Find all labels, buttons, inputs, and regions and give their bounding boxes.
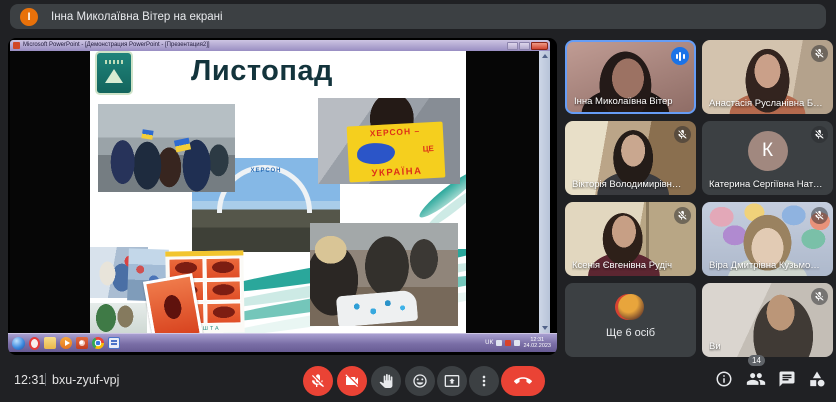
poster-text: УКРАЇНА (371, 165, 423, 180)
raise-hand-button[interactable] (371, 366, 401, 396)
system-tray: UK 12:31 24.02.2023 (485, 337, 553, 349)
folder-icon (44, 337, 56, 349)
people-icon (746, 373, 766, 385)
divider (45, 373, 46, 386)
self-label: Ви (709, 341, 721, 352)
poster-text: ХЕРСОН – (369, 125, 421, 139)
mic-off-icon (674, 126, 691, 143)
mic-off-icon (811, 288, 828, 305)
present-button[interactable] (437, 366, 467, 396)
participant-name: Вікторія Володимирівн… (572, 179, 682, 190)
participant-name: Інна Миколаївна Вітер (574, 96, 673, 107)
tray-icon (496, 340, 503, 346)
self-view-tile[interactable]: Ви (702, 283, 833, 357)
activities-icon (810, 371, 825, 387)
tray-icon (514, 340, 521, 346)
presentation-slide: Листопад ХЕРСОН – ЦЕ УКРАЇНА ХЕРСОН ПОШТ… (90, 51, 466, 333)
close-icon (531, 41, 548, 50)
powerpoint-taskbar-icon (76, 337, 88, 349)
call-end-icon (514, 377, 532, 384)
powerpoint-icon (13, 42, 20, 49)
participant-tile-viktoriia[interactable]: Вікторія Володимирівн… (565, 121, 696, 195)
more-participants-label: Ще 6 осіб (605, 327, 656, 339)
minimize-icon (507, 41, 518, 50)
hand-icon (379, 374, 393, 388)
presenting-banner-text: Інна Миколаївна Вітер на екрані (51, 10, 223, 23)
mic-off-icon (811, 207, 828, 224)
more-options-button[interactable] (469, 366, 499, 396)
participant-tile-kateryna[interactable]: К Катерина Сергіївна Нат… (702, 121, 833, 195)
emoji-icon (413, 374, 427, 388)
chat-button[interactable] (777, 369, 797, 389)
protest-poster: ХЕРСОН – ЦЕ УКРАЇНА (346, 121, 446, 183)
info-icon (716, 371, 732, 387)
taskbar-clock: 12:31 24.02.2023 (523, 337, 551, 349)
participant-tile-vira[interactable]: Віра Дмитрівна Кузьмо… (702, 202, 833, 276)
participant-tile-inna[interactable]: Інна Миколаївна Вітер (565, 40, 696, 114)
chat-icon (779, 371, 795, 387)
participant-name: Катерина Сергіївна Нат… (709, 179, 823, 190)
participant-name: Віра Дмитрівна Кузьмо… (709, 260, 820, 271)
tray-icon (505, 340, 512, 346)
reactions-button[interactable] (405, 366, 435, 396)
media-player-icon (60, 337, 72, 349)
ppt-window-title: Microsoft PowerPoint - [Демонстрация Pow… (23, 42, 210, 48)
videocam-off-icon (345, 374, 358, 387)
shared-screen-stage[interactable]: Microsoft PowerPoint - [Демонстрация Pow… (8, 38, 557, 355)
photo-crowd-with-flags (98, 104, 235, 192)
mic-off-icon (811, 126, 828, 143)
presenting-banner: І Інна Миколаївна Вітер на екрані (10, 4, 826, 29)
scroll-up-icon (541, 54, 548, 58)
ppt-slideshow-area: Листопад ХЕРСОН – ЦЕ УКРАЇНА ХЕРСОН ПОШТ… (10, 51, 550, 333)
maximize-icon (519, 41, 530, 50)
more-participants-tile[interactable]: Д Ще 6 осіб (565, 283, 696, 357)
participants-count-badge: 14 (748, 355, 765, 366)
ppt-scrollbar (539, 51, 550, 333)
clock: 12:31 (14, 373, 46, 387)
windows-taskbar: UK 12:31 24.02.2023 (8, 333, 557, 352)
window-controls (507, 41, 548, 50)
ukraine-flag-icon (141, 129, 154, 141)
participants-button[interactable] (746, 369, 766, 389)
mic-off-icon (674, 207, 691, 224)
ukraine-flag-icon (173, 137, 191, 153)
speaking-indicator-icon (671, 47, 689, 65)
participant-name: Ксенія Євгенівна Рудіч (572, 260, 673, 271)
avatar (617, 294, 644, 320)
ppt-window-titlebar: Microsoft PowerPoint - [Демонстрация Pow… (10, 40, 550, 51)
white-box (335, 289, 418, 326)
mic-toggle-button[interactable] (303, 366, 333, 396)
opera-icon (29, 336, 40, 350)
ukraine-map-shape (356, 142, 396, 166)
participant-tile-anastasiia[interactable]: Анастасія Русланівна Б… (702, 40, 833, 114)
slide-title: Листопад (191, 55, 333, 87)
more-vert-icon (482, 375, 486, 387)
start-button-icon (12, 336, 25, 350)
meeting-details-button[interactable] (714, 369, 734, 389)
meeting-code: bxu-zyuf-vpj (52, 373, 120, 387)
stacked-avatars: Д (565, 294, 696, 320)
school-emblem (95, 51, 133, 95)
scroll-down-icon (541, 326, 548, 330)
camera-toggle-button[interactable] (337, 366, 367, 396)
participant-name: Анастасія Русланівна Б… (709, 98, 823, 109)
poster-text: ЦЕ (422, 144, 435, 154)
present-icon (444, 375, 460, 387)
leave-call-button[interactable] (501, 366, 545, 396)
participant-tile-kseniia[interactable]: Ксенія Євгенівна Рудіч (565, 202, 696, 276)
photo-kherson-poster: ХЕРСОН – ЦЕ УКРАЇНА (318, 98, 460, 184)
drawing-soldier-tree (90, 303, 147, 333)
app-window-icon (108, 337, 120, 349)
activities-button[interactable] (807, 369, 827, 389)
avatar: К (747, 131, 788, 171)
mic-off-icon (312, 374, 324, 387)
photo-people-aid-box (310, 223, 458, 326)
mic-off-icon (811, 45, 828, 62)
language-indicator: UK (485, 340, 494, 346)
chrome-icon (92, 337, 104, 349)
presenter-avatar: І (20, 7, 38, 26)
